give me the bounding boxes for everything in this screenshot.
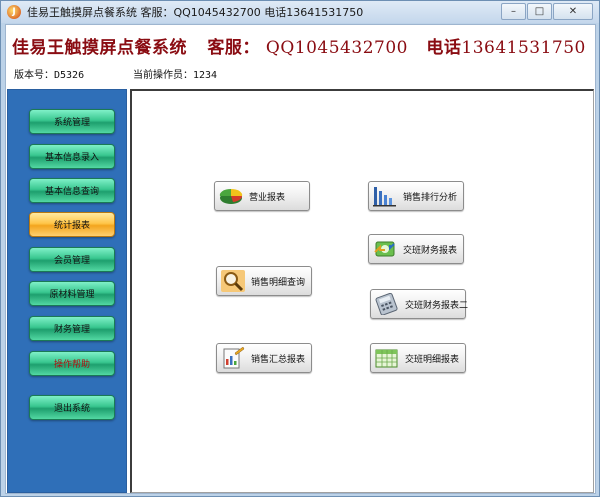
close-button[interactable]: ✕ bbox=[553, 3, 593, 20]
window-controls: – □ ✕ bbox=[500, 3, 593, 20]
operator-label: 当前操作员： bbox=[133, 70, 193, 81]
shift-finance-2-label: 交班财务报表二 bbox=[405, 300, 469, 311]
app-logo-icon: J bbox=[7, 5, 21, 19]
sidebar: 系统管理 基本信息录入 基本信息查询 统计报表 会员管理 原材料管理 财务管理 … bbox=[7, 89, 127, 493]
sales-detail-label: 销售明细查询 bbox=[251, 277, 306, 288]
sales-ranking-label: 销售排行分析 bbox=[403, 192, 458, 203]
sales-summary-button[interactable]: 销售汇总报表 bbox=[216, 343, 312, 373]
report-panel: 营业报表 销售排行分析 交班财务报表 销售明细查询 交班财务报表二 销售汇总报表… bbox=[130, 89, 594, 493]
pie-chart-icon bbox=[219, 185, 243, 207]
app-window: J 佳易王触摸屏点餐系统 客服：QQ1045432700 电话136415317… bbox=[0, 0, 600, 497]
shift-detail-button[interactable]: 交班明细报表 bbox=[370, 343, 466, 373]
version-label: 版本号： bbox=[14, 70, 54, 81]
sidebar-item-help[interactable]: 操作帮助 bbox=[29, 351, 115, 376]
sidebar-item-exit[interactable]: 退出系统 bbox=[29, 395, 115, 420]
version-value: D5326 bbox=[54, 70, 85, 81]
sales-report-label: 营业报表 bbox=[249, 192, 286, 203]
minimize-button[interactable]: – bbox=[501, 3, 526, 20]
title-bar[interactable]: J 佳易王触摸屏点餐系统 客服：QQ1045432700 电话136415317… bbox=[1, 1, 599, 23]
sidebar-item-basic-entry[interactable]: 基本信息录入 bbox=[29, 144, 115, 169]
shift-finance-button[interactable]: 交班财务报表 bbox=[368, 234, 464, 264]
shift-finance-2-button[interactable]: 交班财务报表二 bbox=[370, 289, 469, 319]
sales-report-button[interactable]: 营业报表 bbox=[214, 181, 310, 211]
operator-value: 1234 bbox=[193, 70, 218, 81]
sidebar-item-members[interactable]: 会员管理 bbox=[29, 247, 115, 272]
sidebar-item-materials[interactable]: 原材料管理 bbox=[29, 281, 115, 306]
sales-ranking-button[interactable]: 销售排行分析 bbox=[368, 181, 464, 211]
sidebar-item-finance[interactable]: 财务管理 bbox=[29, 316, 115, 341]
money-recycle-icon bbox=[373, 238, 397, 260]
service-phone: 13641531750 bbox=[461, 38, 586, 58]
document-edit-icon bbox=[221, 347, 245, 369]
version-info: 版本号：D5326 bbox=[14, 66, 84, 81]
sidebar-item-system[interactable]: 系统管理 bbox=[29, 109, 115, 134]
sales-summary-label: 销售汇总报表 bbox=[251, 354, 306, 365]
client-area: 佳易王触摸屏点餐系统 客服： QQ1045432700 电话13641531750… bbox=[5, 24, 596, 494]
bar-chart-icon bbox=[373, 185, 397, 207]
maximize-button[interactable]: □ bbox=[527, 3, 552, 20]
window-title: 佳易王触摸屏点餐系统 客服：QQ1045432700 电话13641531750 bbox=[27, 6, 364, 19]
sidebar-item-basic-query[interactable]: 基本信息查询 bbox=[29, 178, 115, 203]
sidebar-item-reports[interactable]: 统计报表 bbox=[29, 212, 115, 237]
spreadsheet-icon bbox=[375, 347, 399, 369]
phone-label: 电话 bbox=[426, 38, 462, 58]
service-qq: QQ1045432700 bbox=[265, 38, 408, 58]
sales-detail-button[interactable]: 销售明细查询 bbox=[216, 266, 312, 296]
header: 佳易王触摸屏点餐系统 客服： QQ1045432700 电话13641531750… bbox=[6, 25, 595, 87]
operator-info: 当前操作员：1234 bbox=[133, 66, 217, 81]
brand-title: 佳易王触摸屏点餐系统 bbox=[12, 38, 187, 58]
service-label: 客服： bbox=[207, 38, 260, 58]
shift-detail-label: 交班明细报表 bbox=[405, 354, 460, 365]
headline: 佳易王触摸屏点餐系统 客服： QQ1045432700 电话13641531750 bbox=[12, 33, 586, 58]
shift-finance-label: 交班财务报表 bbox=[403, 245, 458, 256]
calculator-icon bbox=[375, 293, 399, 315]
magnifier-icon bbox=[221, 270, 245, 292]
